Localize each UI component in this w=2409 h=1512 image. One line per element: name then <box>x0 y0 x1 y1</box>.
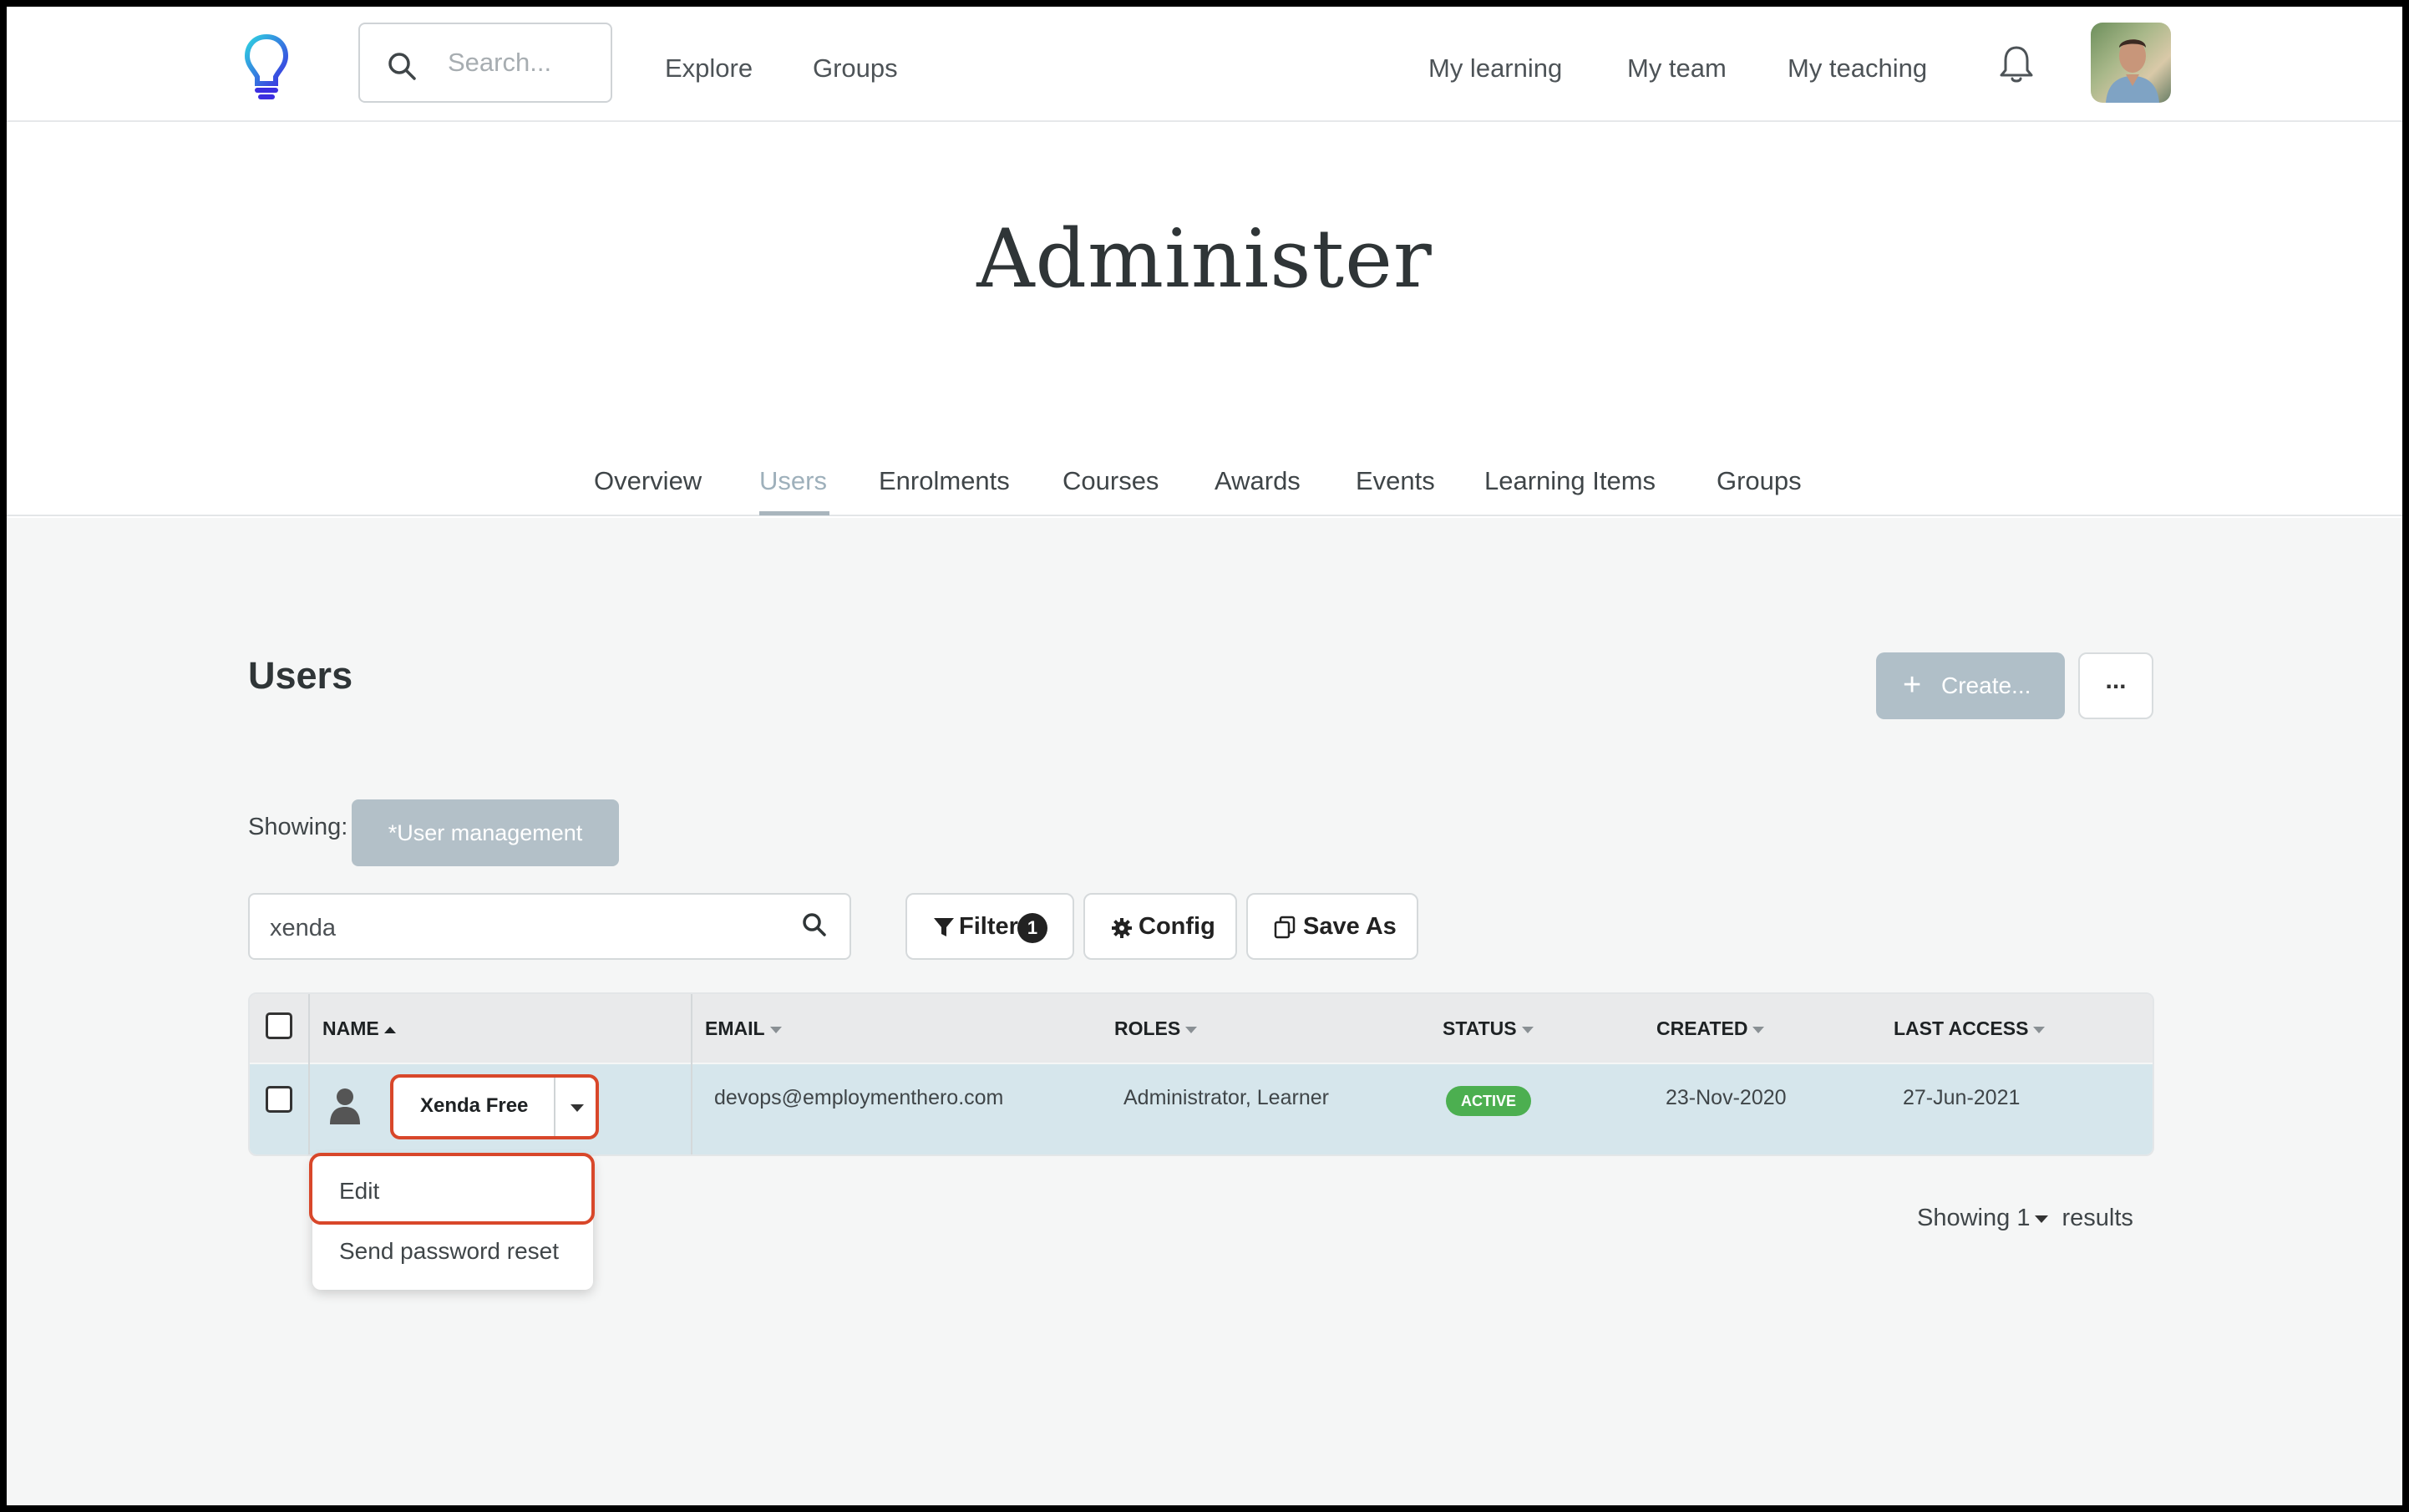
table-header: NAME EMAIL ROLES STATUS CREATED LAST ACC… <box>250 994 2153 1063</box>
tab-learning-items[interactable]: Learning Items <box>1484 466 1656 496</box>
user-silhouette-icon <box>330 1088 360 1124</box>
column-header-email[interactable]: EMAIL <box>705 1017 782 1040</box>
tab-groups[interactable]: Groups <box>1717 466 1802 496</box>
user-avatar[interactable] <box>2091 23 2171 103</box>
search-icon[interactable] <box>799 910 829 940</box>
column-divider <box>308 994 310 1154</box>
bell-icon[interactable] <box>1998 43 2035 85</box>
create-button-label: Create... <box>1941 672 2031 698</box>
page-title: Administer <box>976 212 1433 306</box>
menu-item-send-password-reset[interactable]: Send password reset <box>339 1238 559 1265</box>
avatar-portrait-icon <box>2106 39 2159 103</box>
section-title: Users <box>248 654 353 697</box>
active-tab-indicator <box>759 511 829 515</box>
tab-events[interactable]: Events <box>1356 466 1435 496</box>
user-search-input[interactable]: xenda <box>248 893 851 960</box>
results-suffix: results <box>2062 1205 2133 1231</box>
page-size-selector[interactable]: 1 <box>2016 1205 2055 1231</box>
tab-courses[interactable]: Courses <box>1062 466 1159 496</box>
showing-label: Showing: <box>248 814 348 840</box>
more-options-button[interactable]: ... <box>2078 652 2153 719</box>
table-row[interactable]: Xenda Free devops@employmenthero.com Adm… <box>250 1064 2153 1154</box>
create-button[interactable]: + Create... <box>1876 652 2065 719</box>
column-header-status[interactable]: STATUS <box>1443 1017 1534 1040</box>
config-button-label: Config <box>1139 913 1215 940</box>
user-email: devops@employmenthero.com <box>714 1086 1004 1109</box>
column-header-roles[interactable]: ROLES <box>1114 1017 1198 1040</box>
user-search-value: xenda <box>270 915 337 941</box>
nav-groups[interactable]: Groups <box>813 53 898 84</box>
nav-my-team[interactable]: My team <box>1627 53 1727 84</box>
lightbulb-logo-icon[interactable] <box>242 32 291 102</box>
user-created-date: 23-Nov-2020 <box>1666 1086 1787 1109</box>
menu-item-edit[interactable]: Edit <box>339 1178 379 1205</box>
sort-caret-icon <box>769 1026 782 1033</box>
tab-overview[interactable]: Overview <box>594 466 702 496</box>
column-header-last-access[interactable]: LAST ACCESS <box>1894 1017 2046 1040</box>
save-as-button-label: Save As <box>1303 913 1397 940</box>
column-header-name[interactable]: NAME <box>322 1017 396 1040</box>
nav-my-teaching[interactable]: My teaching <box>1788 53 1927 84</box>
status-badge: ACTIVE <box>1446 1086 1531 1116</box>
nav-my-learning[interactable]: My learning <box>1428 53 1562 84</box>
user-name[interactable]: Xenda Free <box>420 1094 528 1118</box>
split-divider <box>554 1078 555 1136</box>
row-actions-menu: Edit Send password reset <box>309 1153 595 1290</box>
chevron-down-icon[interactable] <box>571 1104 584 1112</box>
user-last-access-date: 27-Jun-2021 <box>1903 1086 2021 1109</box>
results-summary: Showing 1 results <box>1917 1205 2133 1232</box>
tab-enrolments[interactable]: Enrolments <box>879 466 1010 496</box>
results-prefix: Showing <box>1917 1205 2011 1231</box>
admin-tabs: Overview Users Enrolments Courses Awards… <box>7 449 2402 516</box>
row-checkbox[interactable] <box>266 1086 292 1113</box>
users-panel: Users + Create... ... Showing: *User man… <box>7 518 2402 1505</box>
tab-awards[interactable]: Awards <box>1215 466 1301 496</box>
filter-count-badge: 1 <box>1017 913 1047 943</box>
plus-icon: + <box>1903 667 1922 703</box>
select-all-checkbox[interactable] <box>266 1012 292 1039</box>
sort-caret-icon <box>1185 1026 1198 1033</box>
chevron-down-icon <box>2035 1215 2049 1223</box>
global-search-input[interactable]: Search... <box>358 23 612 103</box>
tab-users[interactable]: Users <box>759 466 827 496</box>
filter-button[interactable]: Filter 1 <box>905 893 1074 960</box>
app-window: Search... Explore Groups My learning My … <box>7 7 2402 1505</box>
user-roles: Administrator, Learner <box>1123 1086 1329 1109</box>
saved-view-selector[interactable]: *User management <box>352 799 619 866</box>
search-placeholder: Search... <box>448 48 552 77</box>
column-divider <box>691 994 692 1154</box>
sort-caret-icon <box>1752 1026 1765 1033</box>
users-table: NAME EMAIL ROLES STATUS CREATED LAST ACC… <box>248 992 2154 1156</box>
nav-explore[interactable]: Explore <box>665 53 753 84</box>
funnel-icon <box>934 918 954 936</box>
top-navigation-bar: Search... Explore Groups My learning My … <box>7 7 2402 122</box>
sort-ascending-icon <box>383 1026 396 1033</box>
column-header-created[interactable]: CREATED <box>1656 1017 1765 1040</box>
save-as-button[interactable]: Save As <box>1246 893 1418 960</box>
config-button[interactable]: Config <box>1083 893 1237 960</box>
search-icon <box>388 53 416 80</box>
sort-caret-icon <box>2033 1026 2046 1033</box>
user-name-split-button[interactable]: Xenda Free <box>390 1074 599 1139</box>
copy-icon <box>1274 916 1296 939</box>
sort-caret-icon <box>1521 1026 1534 1033</box>
filter-button-label: Filter <box>959 913 1018 940</box>
gear-icon <box>1112 918 1132 938</box>
